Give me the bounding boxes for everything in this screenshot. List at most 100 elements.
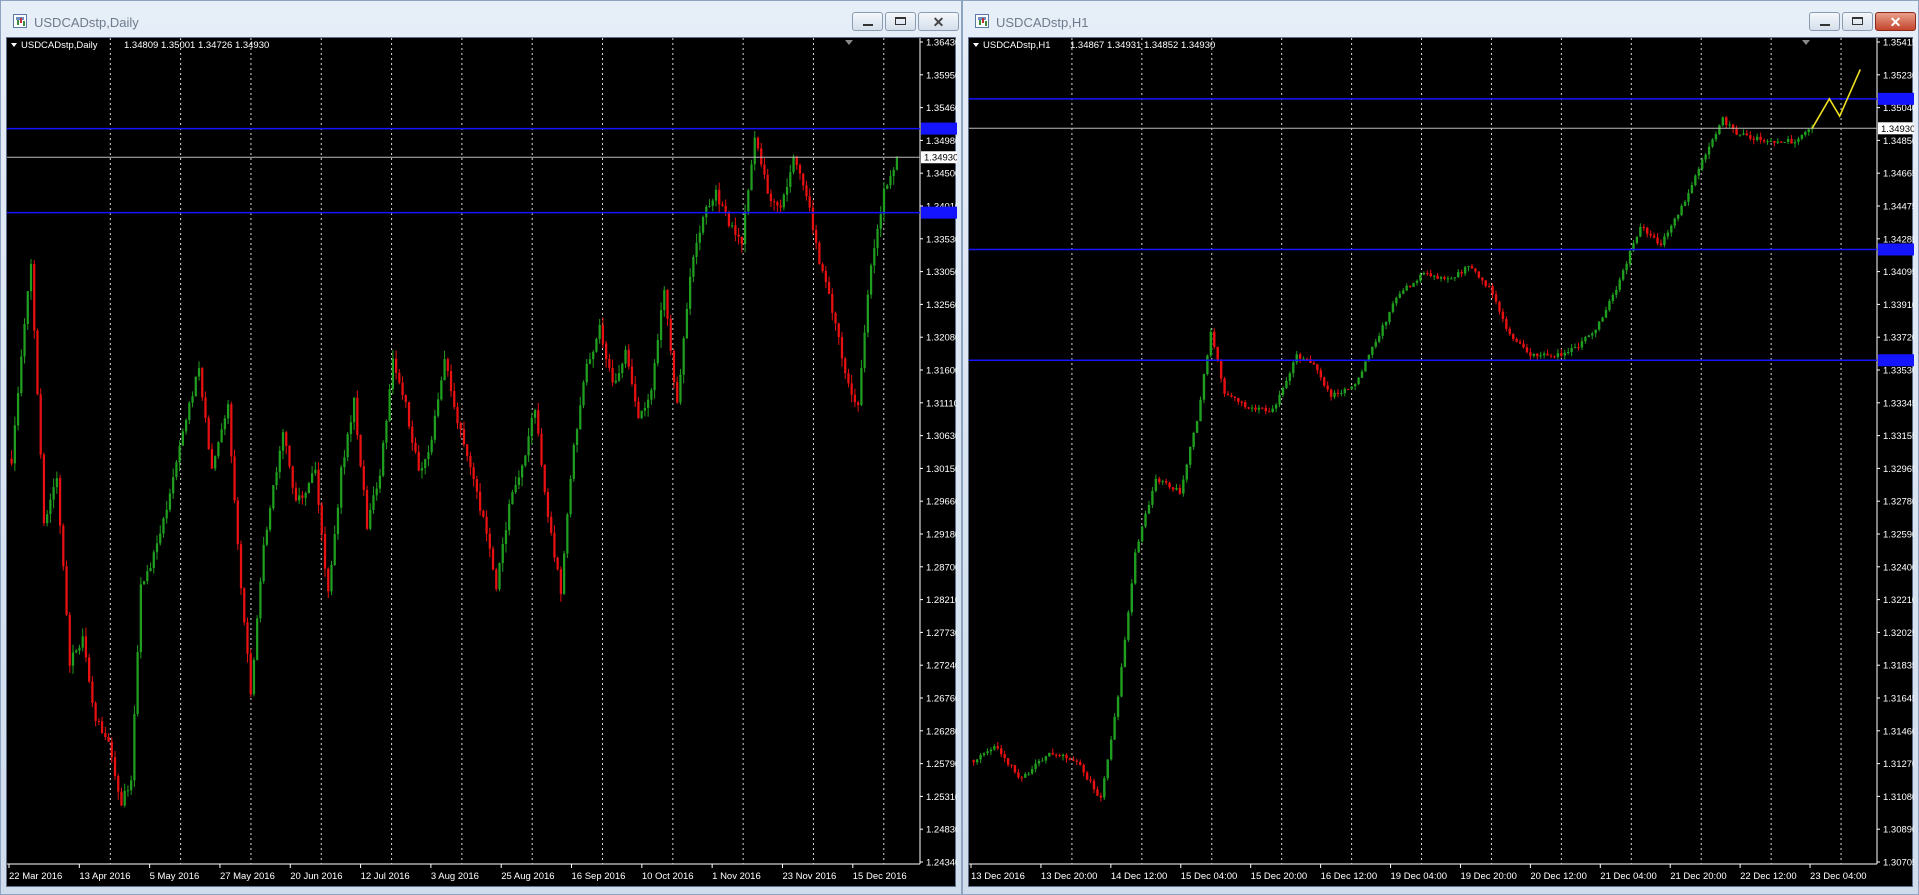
candle-body xyxy=(1216,346,1219,362)
price-tick-label: 1.35230 xyxy=(1883,70,1914,81)
candle-body xyxy=(805,185,808,197)
candle-body xyxy=(1103,778,1106,798)
price-tick-label: 1.31080 xyxy=(1883,792,1914,803)
candle-body xyxy=(320,505,323,534)
candle-body xyxy=(210,449,214,469)
candle-body xyxy=(1604,310,1608,318)
ohlc-values-label: 1.34867 1.34931 1.34852 1.34930 xyxy=(1070,40,1215,51)
daily-chart-area[interactable]: 1.364301.359501.354601.349801.345001.340… xyxy=(6,37,957,888)
maximize-button[interactable] xyxy=(1842,12,1873,31)
time-tick-label: 5 May 2016 xyxy=(150,871,200,882)
candle-body xyxy=(375,488,378,496)
price-tick-label: 1.36430 xyxy=(926,38,957,49)
candle-body xyxy=(298,495,301,501)
price-tick-label: 1.32560 xyxy=(926,300,957,311)
candle-body xyxy=(769,193,773,202)
candle-body xyxy=(71,652,75,666)
time-tick-label: 22 Dec 12:00 xyxy=(1740,871,1797,882)
candle-body xyxy=(996,746,999,749)
h1-candlestick-chart[interactable]: 1.354151.352301.350401.348501.346651.344… xyxy=(969,38,1914,888)
minimize-button[interactable] xyxy=(1809,12,1840,31)
candle-body xyxy=(184,420,188,432)
candle-body xyxy=(491,548,495,570)
chart-shift-icon xyxy=(845,40,853,45)
candle-body xyxy=(1374,341,1377,347)
candle-body xyxy=(1206,355,1209,375)
time-tick-label: 15 Dec 04:00 xyxy=(1181,871,1238,882)
candle-body xyxy=(782,194,785,208)
candle-body xyxy=(808,196,811,208)
candle-body xyxy=(1477,271,1481,278)
daily-candlestick-chart[interactable]: 1.364301.359501.354601.349801.345001.340… xyxy=(7,38,957,888)
daily-chart-window[interactable]: USDCADstp,Daily ✕ 1.36430 1.35950 1.35460 1… xyxy=(0,0,962,895)
candle-body xyxy=(689,276,692,309)
candle-body xyxy=(469,455,472,468)
candle-body xyxy=(252,659,256,695)
candle-body xyxy=(504,530,508,545)
candle-body xyxy=(1195,421,1199,433)
time-tick-label: 25 Aug 2016 xyxy=(501,871,554,882)
close-button[interactable]: ✕ xyxy=(1875,12,1916,31)
price-tick-label: 1.35415 xyxy=(1883,38,1914,49)
candle-body xyxy=(1371,346,1374,355)
price-tick-label: 1.34850 xyxy=(1883,136,1914,147)
candle-body xyxy=(1542,353,1546,356)
candle-body xyxy=(1323,377,1326,386)
candle-body xyxy=(194,376,197,397)
candle-body xyxy=(42,454,46,524)
time-tick-label: 22 Mar 2016 xyxy=(9,871,62,882)
price-tick-label: 1.27730 xyxy=(926,628,957,639)
candle-body xyxy=(1735,128,1738,135)
minimize-button[interactable] xyxy=(852,12,883,31)
candle-body xyxy=(1460,272,1463,274)
candle-body xyxy=(1566,352,1570,354)
candle-body xyxy=(155,543,159,553)
h1-chart-window[interactable]: USDCADstp,H1 ✕ 1.35415 1.35230 1.35040 1.34… xyxy=(962,0,1919,895)
candle-body xyxy=(1683,201,1687,206)
candle-body xyxy=(711,200,714,206)
candle-body xyxy=(1278,394,1281,405)
candle-body xyxy=(352,397,356,423)
close-button[interactable]: ✕ xyxy=(918,12,959,31)
candle-body xyxy=(1474,268,1477,272)
candle-body xyxy=(1549,355,1553,357)
chart-window-icon xyxy=(975,14,989,28)
candle-body xyxy=(1182,479,1185,494)
candle-body xyxy=(1298,354,1302,359)
price-tick-label: 1.33530 xyxy=(1883,366,1914,377)
candle-body xyxy=(1209,331,1213,356)
candle-body xyxy=(756,137,760,149)
candle-body xyxy=(537,410,540,434)
candle-body xyxy=(1134,552,1137,584)
candle-body xyxy=(844,358,847,374)
candle-body xyxy=(430,439,433,453)
candle-body xyxy=(837,323,840,338)
close-icon: ✕ xyxy=(1889,14,1902,30)
maximize-button[interactable] xyxy=(885,12,916,31)
candle-body xyxy=(33,263,36,331)
candle-body xyxy=(301,495,304,498)
candle-body xyxy=(595,338,598,352)
candle-body xyxy=(84,636,88,658)
price-tick-label: 1.31270 xyxy=(1883,759,1914,770)
candle-body xyxy=(1481,277,1484,281)
candle-body xyxy=(1027,773,1030,775)
candle-body xyxy=(62,525,65,567)
candle-body xyxy=(1584,337,1587,342)
candle-body xyxy=(785,186,789,195)
candle-body xyxy=(126,790,130,792)
candle-body xyxy=(1384,321,1388,326)
candle-body xyxy=(1780,141,1783,143)
h1-chart-area[interactable]: 1.35415 1.35230 1.35040 1.34850 1.34665 1.344… xyxy=(968,37,1914,888)
candle-body xyxy=(359,435,362,467)
candle-body xyxy=(1807,129,1810,132)
candle-body xyxy=(818,242,821,265)
candle-body xyxy=(1123,639,1127,667)
candle-body xyxy=(821,264,824,272)
candle-body xyxy=(1639,226,1642,237)
candle-body xyxy=(1072,759,1075,761)
candle-body xyxy=(1079,761,1082,766)
price-tick-label: 1.31600 xyxy=(926,366,957,377)
candle-body xyxy=(288,445,291,467)
candle-body xyxy=(120,791,123,806)
